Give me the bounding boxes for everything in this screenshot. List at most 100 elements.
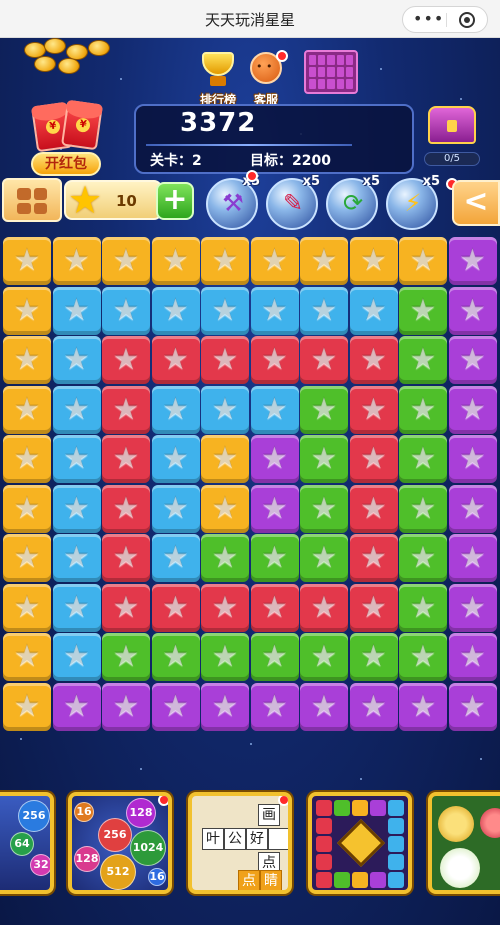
star-tile-blue[interactable]	[52, 286, 101, 335]
star-tile-green[interactable]	[201, 633, 249, 681]
star-tile-blue[interactable]	[250, 286, 299, 335]
star-tile-red[interactable]	[151, 336, 200, 384]
star-tile-red[interactable]	[201, 336, 249, 384]
star-tile-purple[interactable]	[250, 484, 299, 533]
star-tile-red[interactable]	[201, 583, 249, 632]
star-tile-purple[interactable]	[448, 385, 497, 434]
add-stars-button[interactable]: +	[156, 182, 194, 220]
refresh-tool-button[interactable]: ⟳ x5	[326, 174, 380, 230]
star-tile-blue[interactable]	[151, 385, 200, 434]
star-tile-green[interactable]	[399, 336, 447, 384]
star-tile-red[interactable]	[349, 336, 398, 384]
star-tile-purple[interactable]	[448, 633, 497, 681]
star-tile-green[interactable]	[399, 534, 447, 582]
star-tile-green[interactable]	[399, 385, 447, 434]
star-tile-green[interactable]	[300, 435, 348, 483]
star-tile-purple[interactable]	[448, 286, 497, 335]
star-tile-purple[interactable]	[349, 682, 398, 731]
star-tile-red[interactable]	[300, 336, 348, 384]
star-tile-purple[interactable]	[300, 682, 348, 731]
star-tile-yellow[interactable]	[201, 484, 249, 533]
star-tile-blue[interactable]	[52, 435, 101, 483]
star-tile-green[interactable]	[300, 633, 348, 681]
star-tile-blue[interactable]	[151, 435, 200, 483]
hammer-tool-button[interactable]: ⚒ x5	[206, 170, 260, 230]
star-tile-yellow[interactable]	[3, 435, 51, 483]
star-tile-blue[interactable]	[52, 336, 101, 384]
star-tile-blue[interactable]	[151, 484, 200, 533]
star-tile-green[interactable]	[151, 633, 200, 681]
star-tile-blue[interactable]	[102, 286, 150, 335]
star-tile-yellow[interactable]	[3, 385, 51, 434]
star-tile-green[interactable]	[102, 633, 150, 681]
star-tile-green[interactable]	[399, 286, 447, 335]
star-tile-blue[interactable]	[151, 534, 200, 582]
star-tile-red[interactable]	[300, 583, 348, 632]
star-tile-yellow[interactable]	[52, 237, 101, 285]
star-tile-green[interactable]	[300, 534, 348, 582]
level-grid-icon[interactable]	[304, 50, 358, 94]
star-tile-blue[interactable]	[250, 385, 299, 434]
back-button[interactable]: <	[452, 180, 500, 226]
star-tile-blue[interactable]	[300, 286, 348, 335]
star-tile-purple[interactable]	[52, 682, 101, 731]
customer-service-button[interactable]: 客服	[242, 50, 290, 108]
star-tile-green[interactable]	[300, 385, 348, 434]
star-tile-red[interactable]	[349, 583, 398, 632]
star-tile-purple[interactable]	[448, 484, 497, 533]
star-tile-green[interactable]	[399, 583, 447, 632]
treasure-chest-button[interactable]: 0/5	[424, 104, 480, 170]
star-tile-yellow[interactable]	[3, 336, 51, 384]
star-tile-red[interactable]	[349, 385, 398, 434]
star-tile-yellow[interactable]	[201, 435, 249, 483]
star-tile-red[interactable]	[250, 336, 299, 384]
star-tile-green[interactable]	[399, 633, 447, 681]
star-tile-blue[interactable]	[349, 286, 398, 335]
star-tile-green[interactable]	[349, 633, 398, 681]
star-tile-red[interactable]	[102, 435, 150, 483]
star-tile-purple[interactable]	[250, 682, 299, 731]
star-tile-blue[interactable]	[52, 534, 101, 582]
star-tile-yellow[interactable]	[102, 237, 150, 285]
star-tile-yellow[interactable]	[151, 237, 200, 285]
star-tile-yellow[interactable]	[349, 237, 398, 285]
star-tile-red[interactable]	[349, 484, 398, 533]
star-tile-blue[interactable]	[201, 286, 249, 335]
star-tile-red[interactable]	[250, 583, 299, 632]
star-tile-yellow[interactable]	[3, 286, 51, 335]
star-tile-purple[interactable]	[448, 583, 497, 632]
star-tile-blue[interactable]	[52, 484, 101, 533]
star-tile-purple[interactable]	[102, 682, 150, 731]
star-tile-red[interactable]	[102, 385, 150, 434]
leaderboard-button[interactable]: 排行榜	[194, 50, 242, 108]
star-tile-red[interactable]	[102, 484, 150, 533]
star-tile-purple[interactable]	[448, 534, 497, 582]
star-tile-purple[interactable]	[448, 336, 497, 384]
menu-button[interactable]	[2, 178, 62, 222]
star-tile-green[interactable]	[300, 484, 348, 533]
star-tile-green[interactable]	[399, 484, 447, 533]
star-tile-red[interactable]	[102, 336, 150, 384]
star-tile-blue[interactable]	[151, 286, 200, 335]
star-tile-yellow[interactable]	[399, 237, 447, 285]
star-tile-purple[interactable]	[448, 682, 497, 731]
star-tile-green[interactable]	[201, 534, 249, 582]
star-tile-yellow[interactable]	[250, 237, 299, 285]
star-tile-green[interactable]	[250, 633, 299, 681]
star-tile-green[interactable]	[250, 534, 299, 582]
star-tile-blue[interactable]	[52, 385, 101, 434]
star-tile-purple[interactable]	[448, 435, 497, 483]
star-tile-yellow[interactable]	[3, 534, 51, 582]
star-tile-red[interactable]	[349, 435, 398, 483]
star-tile-yellow[interactable]	[300, 237, 348, 285]
star-tile-yellow[interactable]	[3, 583, 51, 632]
star-tile-purple[interactable]	[250, 435, 299, 483]
star-tile-blue[interactable]	[201, 385, 249, 434]
star-tile-red[interactable]	[102, 583, 150, 632]
star-tile-blue[interactable]	[52, 583, 101, 632]
lightning-tool-button[interactable]: ⚡ x5	[386, 174, 458, 230]
close-circle-icon[interactable]	[459, 12, 475, 28]
promo-ball-merge-game[interactable]: 256 64 32	[0, 792, 54, 894]
star-tile-yellow[interactable]	[3, 484, 51, 533]
promo-number-ball-game[interactable]: 128 256 1024 512 16 128 16	[68, 792, 172, 894]
